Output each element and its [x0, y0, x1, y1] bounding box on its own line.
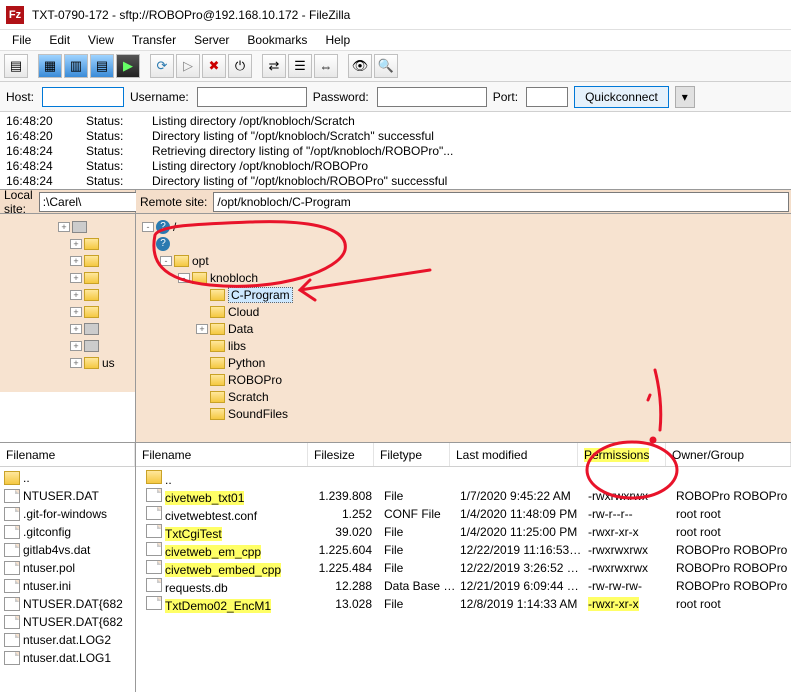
tree-item[interactable]: + — [2, 286, 133, 303]
host-label: Host: — [6, 90, 36, 104]
tree-item[interactable]: +Data — [138, 320, 789, 337]
quickconnect-bar: Host: Username: Password: Port: Quickcon… — [0, 82, 791, 112]
toggle-queue-button[interactable]: ▶ — [116, 54, 140, 78]
table-row[interactable]: .. — [136, 469, 791, 487]
remote-col-owner[interactable]: Owner/Group — [666, 443, 791, 466]
port-input[interactable] — [526, 87, 568, 107]
tree-item[interactable]: ROBOPro — [138, 371, 789, 388]
tree-item[interactable]: SoundFiles — [138, 405, 789, 422]
menu-file[interactable]: File — [4, 31, 39, 49]
list-item[interactable]: gitlab4vs.dat — [0, 541, 135, 559]
list-item[interactable]: ntuser.pol — [0, 559, 135, 577]
local-path-bar: Local site: ▾ — [0, 190, 135, 214]
remote-col-filetype[interactable]: Filetype — [374, 443, 450, 466]
menu-transfer[interactable]: Transfer — [124, 31, 184, 49]
table-row[interactable]: TxtCgiTest39.020File1/4/2020 11:25:00 PM… — [136, 523, 791, 541]
tree-item[interactable]: + — [2, 269, 133, 286]
tree-item[interactable]: + — [2, 337, 133, 354]
menu-edit[interactable]: Edit — [41, 31, 78, 49]
tree-item[interactable]: libs — [138, 337, 789, 354]
local-tree[interactable]: +++++++++us — [0, 214, 135, 392]
username-input[interactable] — [197, 87, 307, 107]
port-label: Port: — [493, 90, 520, 104]
menu-bar: File Edit View Transfer Server Bookmarks… — [0, 30, 791, 50]
process-queue-button[interactable]: ▷ — [176, 54, 200, 78]
list-item[interactable]: NTUSER.DAT{682 — [0, 613, 135, 631]
list-item[interactable]: .gitconfig — [0, 523, 135, 541]
cancel-button[interactable]: ✖ — [202, 54, 226, 78]
window-title: TXT-0790-172 - sftp://ROBOPro@192.168.10… — [32, 8, 350, 22]
app-logo: Fz — [6, 6, 24, 24]
disconnect-button[interactable]: ⏻ — [228, 54, 252, 78]
list-item[interactable]: ntuser.dat.LOG1 — [0, 649, 135, 667]
remote-path-bar: Remote site: — [136, 190, 791, 214]
remote-col-filename[interactable]: Filename — [136, 443, 308, 466]
tree-item[interactable]: + — [2, 218, 133, 235]
local-site-label: Local site: — [0, 188, 37, 216]
password-input[interactable] — [377, 87, 487, 107]
quickconnect-button[interactable]: Quickconnect — [574, 86, 669, 108]
log-row: 16:48:20Status:Directory listing of "/op… — [6, 129, 785, 144]
remote-path-input[interactable] — [213, 192, 789, 212]
tree-item[interactable]: Python — [138, 354, 789, 371]
log-row: 16:48:24Status:Directory listing of "/op… — [6, 174, 785, 189]
toggle-remote-tree-button[interactable]: ▤ — [90, 54, 114, 78]
log-row: 16:48:24Status:Retrieving directory list… — [6, 144, 785, 159]
list-item[interactable]: NTUSER.DAT — [0, 487, 135, 505]
password-label: Password: — [313, 90, 371, 104]
local-col-filename[interactable]: Filename — [0, 443, 135, 466]
reconnect-button[interactable]: ⇄ — [262, 54, 286, 78]
tree-item[interactable]: +us — [2, 354, 133, 371]
tree-item[interactable]: Cloud — [138, 303, 789, 320]
tree-item[interactable]: + — [2, 235, 133, 252]
menu-view[interactable]: View — [80, 31, 122, 49]
table-row[interactable]: requests.db12.288Data Base …12/21/2019 6… — [136, 577, 791, 595]
list-item[interactable]: .git-for-windows — [0, 505, 135, 523]
log-row: 16:48:24Status:Listing directory /opt/kn… — [6, 159, 785, 174]
tree-item[interactable]: ? — [138, 235, 789, 252]
sync-browse-button[interactable]: 👁 — [348, 54, 372, 78]
menu-help[interactable]: Help — [317, 31, 358, 49]
list-item[interactable]: ntuser.ini — [0, 577, 135, 595]
list-item[interactable]: NTUSER.DAT{682 — [0, 595, 135, 613]
site-manager-button[interactable]: ▤ — [4, 54, 28, 78]
host-input[interactable] — [42, 87, 124, 107]
refresh-button[interactable]: ⟳ — [150, 54, 174, 78]
title-bar: Fz TXT-0790-172 - sftp://ROBOPro@192.168… — [0, 0, 791, 30]
remote-col-permissions[interactable]: Permissions — [578, 443, 666, 466]
menu-bookmarks[interactable]: Bookmarks — [239, 31, 315, 49]
tree-item[interactable]: -?/ — [138, 218, 789, 235]
tree-item[interactable]: -knobloch — [138, 269, 789, 286]
menu-server[interactable]: Server — [186, 31, 237, 49]
remote-tree[interactable]: -?/?-opt-knoblochC-ProgramCloud+Datalibs… — [136, 214, 791, 442]
tree-item[interactable]: -opt — [138, 252, 789, 269]
toolbar: ▤ ▦ ▥ ▤ ▶ ⟳ ▷ ✖ ⏻ ⇄ ☰ ⇔ 👁 🔍 — [0, 50, 791, 82]
log-row: 16:48:20Status:Listing directory /opt/kn… — [6, 114, 785, 129]
local-file-list[interactable]: Filename ..NTUSER.DAT.git-for-windows.gi… — [0, 443, 136, 692]
table-row[interactable]: TxtDemo02_EncM113.028File12/8/2019 1:14:… — [136, 595, 791, 613]
toggle-log-button[interactable]: ▦ — [38, 54, 62, 78]
tree-item[interactable]: + — [2, 320, 133, 337]
table-row[interactable]: civetwebtest.conf1.252CONF File1/4/2020 … — [136, 505, 791, 523]
message-log: 16:48:20Status:Listing directory /opt/kn… — [0, 112, 791, 190]
tree-item[interactable]: + — [2, 303, 133, 320]
quickconnect-dropdown[interactable]: ▾ — [675, 86, 695, 108]
compare-button[interactable]: ⇔ — [314, 54, 338, 78]
filter-button[interactable]: ☰ — [288, 54, 312, 78]
list-item[interactable]: .. — [0, 469, 135, 487]
toggle-local-tree-button[interactable]: ▥ — [64, 54, 88, 78]
table-row[interactable]: civetweb_em_cpp1.225.604File12/22/2019 1… — [136, 541, 791, 559]
tree-item[interactable]: Scratch — [138, 388, 789, 405]
tree-item[interactable]: + — [2, 252, 133, 269]
table-row[interactable]: civetweb_txt011.239.808File1/7/2020 9:45… — [136, 487, 791, 505]
username-label: Username: — [130, 90, 191, 104]
remote-file-list[interactable]: Filename Filesize Filetype Last modified… — [136, 443, 791, 692]
search-button[interactable]: 🔍 — [374, 54, 398, 78]
list-item[interactable]: ntuser.dat.LOG2 — [0, 631, 135, 649]
tree-item[interactable]: C-Program — [138, 286, 789, 303]
remote-site-label: Remote site: — [136, 195, 211, 209]
remote-col-filesize[interactable]: Filesize — [308, 443, 374, 466]
table-row[interactable]: civetweb_embed_cpp1.225.484File12/22/201… — [136, 559, 791, 577]
remote-col-modified[interactable]: Last modified — [450, 443, 578, 466]
